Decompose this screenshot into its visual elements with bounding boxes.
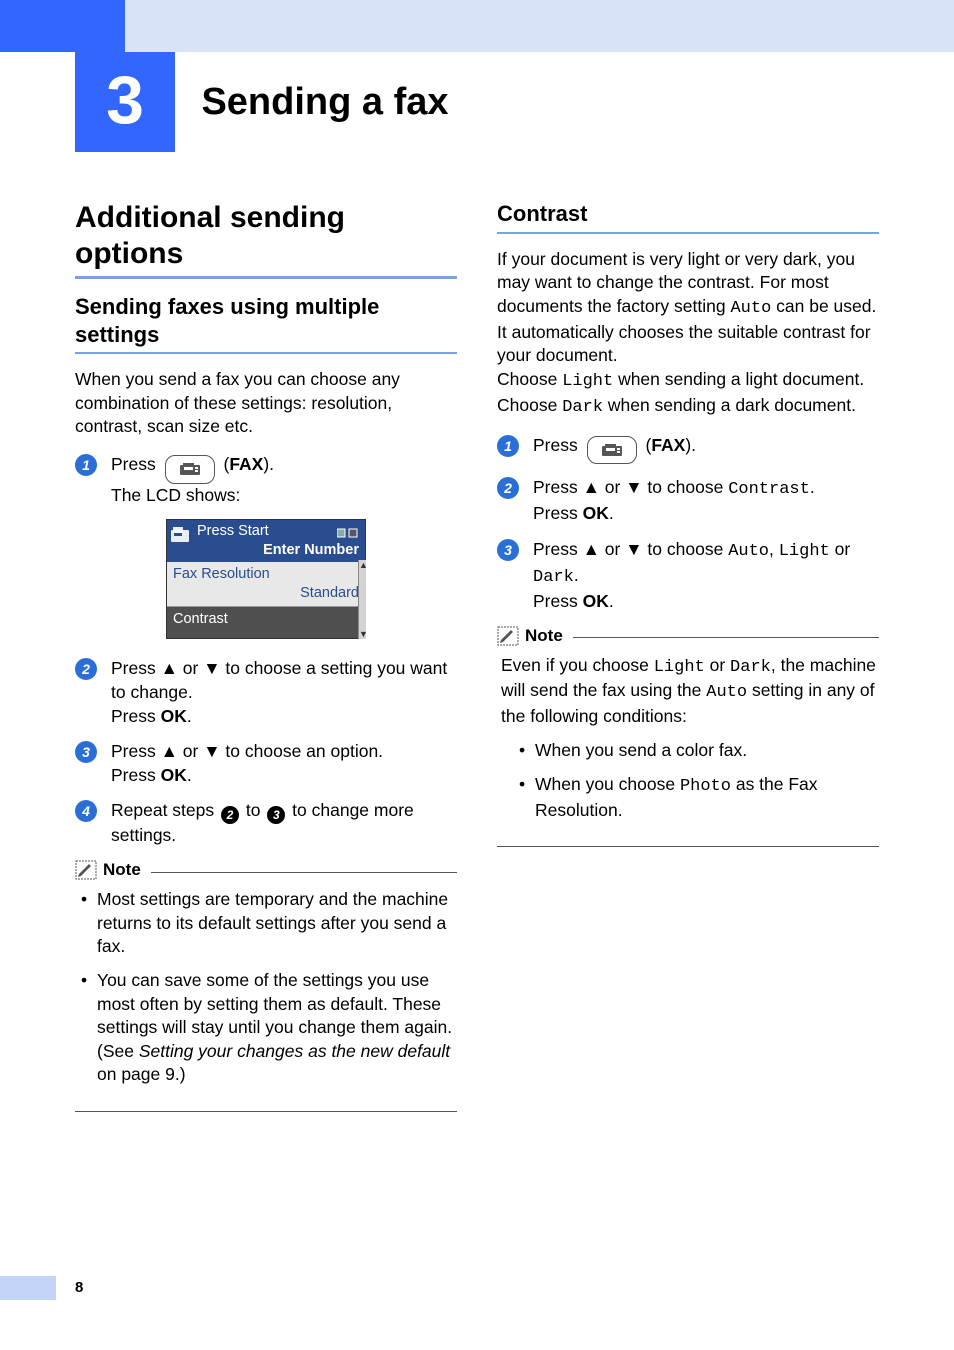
note-pencil-icon	[497, 626, 519, 646]
scroll-up-icon: ▲	[359, 560, 366, 570]
fax-button-icon	[587, 436, 637, 465]
header-band	[0, 0, 954, 52]
up-arrow-icon: ▲	[161, 658, 178, 678]
down-arrow-icon: ▼	[625, 477, 642, 497]
down-arrow-icon: ▼	[203, 741, 220, 761]
lcd-item-fax-resolution: Fax Resolution Standard	[167, 562, 365, 607]
step-4: 4 Repeat steps 2 to 3 to change more set…	[75, 799, 457, 848]
note-rule	[151, 872, 457, 873]
lcd-scrollbar: ▲ ▼	[358, 560, 366, 639]
step-2: 2 Press ▲ or ▼ to choose Contrast. Press…	[497, 476, 879, 526]
down-arrow-icon: ▼	[625, 539, 642, 559]
note-block: Note Even if you choose Light or Dark, t…	[497, 626, 879, 848]
chapter-number: 3	[75, 52, 175, 152]
lcd-header: Press Start Enter Number	[167, 520, 365, 562]
step-number-icon: 1	[497, 435, 519, 457]
step-number-icon: 4	[75, 800, 97, 822]
step-text: Press ▲ or ▼ to choose an option. Press …	[111, 740, 383, 787]
down-arrow-icon: ▼	[203, 658, 220, 678]
left-column: Additional sending options Sending faxes…	[75, 200, 457, 1112]
section-heading: Additional sending options	[75, 200, 457, 272]
contrast-dark-hint: Choose Dark when sending a dark document…	[497, 394, 879, 420]
header-accent	[0, 0, 125, 52]
step-text: Press ▲ or ▼ to choose Contrast. Press O…	[533, 476, 815, 526]
step-number-icon: 3	[75, 741, 97, 763]
lcd-display: Press Start Enter Number Fax Resolution …	[166, 519, 366, 639]
subsection-rule	[497, 232, 879, 234]
subsection-heading: Sending faxes using multiple settings	[75, 293, 457, 348]
note-item: Most settings are temporary and the mach…	[79, 888, 457, 959]
step-3: 3 Press ▲ or ▼ to choose Auto, Light or …	[497, 538, 879, 614]
step-text: Press (FAX).	[533, 434, 696, 465]
step-text: Press ▲ or ▼ to choose Auto, Light or Da…	[533, 538, 879, 614]
right-column: Contrast If your document is very light …	[497, 200, 879, 1112]
chapter-heading: 3 Sending a fax	[75, 52, 449, 152]
fax-machine-icon	[171, 527, 191, 543]
step-number-icon: 2	[497, 477, 519, 499]
step-text: Repeat steps 2 to 3 to change more setti…	[111, 799, 457, 848]
note-item: You can save some of the settings you us…	[79, 969, 457, 1087]
note-title: Note	[525, 626, 563, 646]
ref-step-3-icon: 3	[267, 806, 285, 824]
subsection-heading: Contrast	[497, 200, 879, 228]
step-number-icon: 2	[75, 658, 97, 680]
note-block: Note Most settings are temporary and the…	[75, 860, 457, 1112]
contrast-intro: If your document is very light or very d…	[497, 248, 879, 368]
lcd-enter-number: Enter Number	[197, 541, 359, 560]
intro-text: When you send a fax you can choose any c…	[75, 368, 457, 439]
step-1: 1 Press (FAX).	[497, 434, 879, 465]
up-arrow-icon: ▲	[583, 477, 600, 497]
note-paragraph: Even if you choose Light or Dark, the ma…	[497, 654, 879, 730]
scroll-down-icon: ▼	[359, 629, 366, 639]
note-rule	[573, 637, 879, 638]
ref-step-2-icon: 2	[221, 806, 239, 824]
step-number-icon: 1	[75, 454, 97, 476]
step-number-icon: 3	[497, 539, 519, 561]
lcd-item-contrast: Contrast	[167, 607, 365, 639]
chapter-title: Sending a fax	[201, 81, 448, 124]
page-number: 8	[75, 1279, 83, 1296]
step-1: 1 Press (FAX). The LCD shows:	[75, 453, 457, 507]
fax-button-icon	[165, 455, 215, 484]
step-text: Press (FAX). The LCD shows:	[111, 453, 274, 507]
up-arrow-icon: ▲	[583, 539, 600, 559]
contrast-light-hint: Choose Light when sending a light docume…	[497, 368, 879, 394]
note-item: When you send a color fax.	[517, 739, 879, 763]
note-title: Note	[103, 860, 141, 880]
section-rule	[75, 276, 457, 279]
note-item: When you choose Photo as the Fax Resolut…	[517, 773, 879, 823]
footer-accent	[0, 1276, 56, 1300]
note-pencil-icon	[75, 860, 97, 880]
up-arrow-icon: ▲	[161, 741, 178, 761]
subsection-rule	[75, 352, 457, 354]
step-3: 3 Press ▲ or ▼ to choose an option. Pres…	[75, 740, 457, 787]
step-2: 2 Press ▲ or ▼ to choose a setting you w…	[75, 657, 457, 728]
step-text: Press ▲ or ▼ to choose a setting you wan…	[111, 657, 457, 728]
start-squares-icon	[337, 525, 359, 544]
